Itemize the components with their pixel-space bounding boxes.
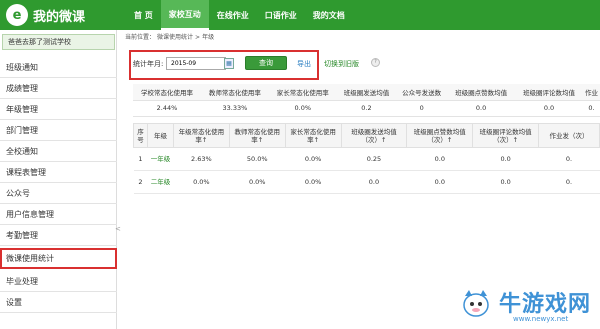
logo[interactable]: e 我的微课 bbox=[0, 0, 120, 30]
query-button[interactable]: 查询 bbox=[245, 56, 287, 70]
grade-rate: 2.63% bbox=[173, 147, 230, 171]
watermark-url: www.newyx.net bbox=[513, 315, 569, 323]
summary-header: 教师常态化使用率 bbox=[200, 84, 269, 101]
watermark-text: 牛游戏网 bbox=[499, 292, 592, 317]
likes: 0.0 bbox=[406, 147, 473, 171]
grade-stats-table: 序号 年级 年级常态化使用率↑ 教师常态化使用率↑ 家长常态化使用率↑ 班级圈发… bbox=[133, 123, 600, 194]
homework: 0. bbox=[538, 147, 600, 171]
column-header-index: 序号 bbox=[133, 123, 148, 148]
summary-header: 班级圈点赞数均值 bbox=[447, 84, 516, 101]
circle-send: 0.25 bbox=[341, 147, 407, 171]
homework: 0. bbox=[538, 170, 600, 194]
watermark: 牛游戏网 www.newyx.net bbox=[455, 284, 600, 329]
grade-link[interactable]: 二年级 bbox=[147, 170, 174, 194]
school-name[interactable]: 爸爸去那了测试学校 bbox=[2, 34, 115, 50]
summary-value: 0.0 bbox=[447, 100, 516, 117]
column-header-grade-rate[interactable]: 年级常态化使用率↑ bbox=[172, 123, 230, 148]
table-row: 2 二年级 0.0% 0.0% 0.0% 0.0 0.0 0.0 0. bbox=[133, 170, 600, 194]
app-title: 我的微课 bbox=[33, 9, 86, 25]
nav-home-school[interactable]: 家校互动 bbox=[160, 0, 209, 30]
sidebar-item-attendance[interactable]: 考勤管理 bbox=[0, 225, 117, 246]
sidebar-collapse-icon[interactable]: < bbox=[115, 225, 121, 233]
nav-home[interactable]: 首 页 bbox=[126, 0, 161, 30]
sidebar-item-user-info[interactable]: 用户信息管理 bbox=[0, 204, 117, 225]
breadcrumb-item: 年级 bbox=[202, 34, 215, 41]
summary-value: 0.0 bbox=[515, 100, 583, 117]
breadcrumb-item[interactable]: 微课使用统计 bbox=[157, 34, 193, 41]
month-label: 统计年月: bbox=[133, 60, 164, 68]
circle-send: 0.0 bbox=[341, 170, 407, 194]
nav-oral-homework[interactable]: 口语作业 bbox=[257, 0, 305, 30]
column-header-likes[interactable]: 班级圈点赞数均值（次）↑ bbox=[406, 123, 474, 148]
summary-value: 0 bbox=[396, 100, 448, 117]
help-icon[interactable]: ? bbox=[371, 58, 380, 67]
summary-value: 0. bbox=[582, 100, 600, 117]
nav-online-homework[interactable]: 在线作业 bbox=[209, 0, 257, 30]
export-link[interactable]: 导出 bbox=[297, 59, 311, 69]
sidebar-item-departments[interactable]: 部门管理 bbox=[0, 120, 117, 141]
teacher-rate: 0.0% bbox=[229, 170, 286, 194]
top-nav: 首 页 家校互动 在线作业 口语作业 我的文档 bbox=[126, 0, 353, 30]
breadcrumb-separator: > bbox=[195, 34, 201, 41]
teacher-rate: 50.0% bbox=[229, 147, 286, 171]
grade-link[interactable]: 一年级 bbox=[147, 147, 174, 171]
sidebar-item-grades[interactable]: 成绩管理 bbox=[0, 78, 117, 99]
sidebar: 爸爸去那了测试学校 班级通知 成绩管理 年级管理 部门管理 全校通知 课程表管理… bbox=[0, 30, 121, 329]
comments: 0.0 bbox=[472, 147, 539, 171]
column-header-circle-send[interactable]: 班级圈发送均值（次）↑ bbox=[340, 123, 408, 148]
comments: 0.0 bbox=[472, 170, 539, 194]
summary-header: 家长常态化使用率 bbox=[268, 84, 337, 101]
column-header-teacher-rate[interactable]: 教师常态化使用率↑ bbox=[228, 123, 286, 148]
column-header-parent-rate[interactable]: 家长常态化使用率↑ bbox=[284, 123, 342, 148]
nav-my-documents[interactable]: 我的文档 bbox=[305, 0, 353, 30]
sidebar-item-public-account[interactable]: 公众号 bbox=[0, 183, 117, 204]
sidebar-item-graduation[interactable]: 毕业处理 bbox=[0, 271, 117, 292]
sidebar-item-grade-management[interactable]: 年级管理 bbox=[0, 99, 117, 120]
row-index: 2 bbox=[133, 170, 148, 194]
sidebar-item-settings[interactable]: 设置 bbox=[0, 292, 117, 313]
summary-header: 作业 bbox=[582, 84, 600, 101]
switch-old-version-link[interactable]: 切换到旧版 bbox=[324, 59, 359, 69]
summary-value: 0.2 bbox=[336, 100, 397, 117]
parent-rate: 0.0% bbox=[285, 147, 342, 171]
sidebar-item-microclass-stats[interactable]: 微课使用统计 bbox=[0, 248, 117, 269]
breadcrumb: 当前位置： 微课使用统计 > 年级 bbox=[125, 32, 216, 41]
column-header-comments[interactable]: 班级圈评论数均值（次）↑ bbox=[472, 123, 540, 148]
table-row: 1 一年级 2.63% 50.0% 0.0% 0.25 0.0 0.0 0. bbox=[133, 147, 600, 171]
summary-table: 学校常态化使用率 教师常态化使用率 家长常态化使用率 班级圈发送均值 公众号发送… bbox=[133, 84, 600, 117]
summary-header: 学校常态化使用率 bbox=[133, 84, 201, 101]
sidebar-item-class-notice[interactable]: 班级通知 bbox=[0, 57, 117, 78]
grade-rate: 0.0% bbox=[173, 170, 230, 194]
calendar-icon[interactable]: ▦ bbox=[224, 58, 234, 69]
logo-icon: e bbox=[6, 4, 28, 26]
parent-rate: 0.0% bbox=[285, 170, 342, 194]
column-header-grade: 年级 bbox=[146, 123, 174, 148]
summary-value: 2.44% bbox=[133, 100, 201, 117]
sidebar-item-school-notice[interactable]: 全校通知 bbox=[0, 141, 117, 162]
mascot-icon bbox=[463, 290, 489, 317]
summary-header: 班级圈评论数均值 bbox=[515, 84, 583, 101]
summary-value: 0.0% bbox=[268, 100, 337, 117]
summary-value: 33.33% bbox=[200, 100, 269, 117]
row-index: 1 bbox=[133, 147, 148, 171]
summary-header: 班级圈发送均值 bbox=[336, 84, 397, 101]
sidebar-item-timetable[interactable]: 课程表管理 bbox=[0, 162, 117, 183]
summary-header: 公众号发送数 bbox=[396, 84, 448, 101]
month-input[interactable] bbox=[166, 57, 226, 70]
column-header-homework[interactable]: 作业发（次） bbox=[538, 123, 600, 148]
likes: 0.0 bbox=[406, 170, 473, 194]
breadcrumb-prefix: 当前位置： bbox=[125, 34, 156, 41]
top-bar: e 我的微课 首 页 家校互动 在线作业 口语作业 我的文档 bbox=[0, 0, 600, 30]
